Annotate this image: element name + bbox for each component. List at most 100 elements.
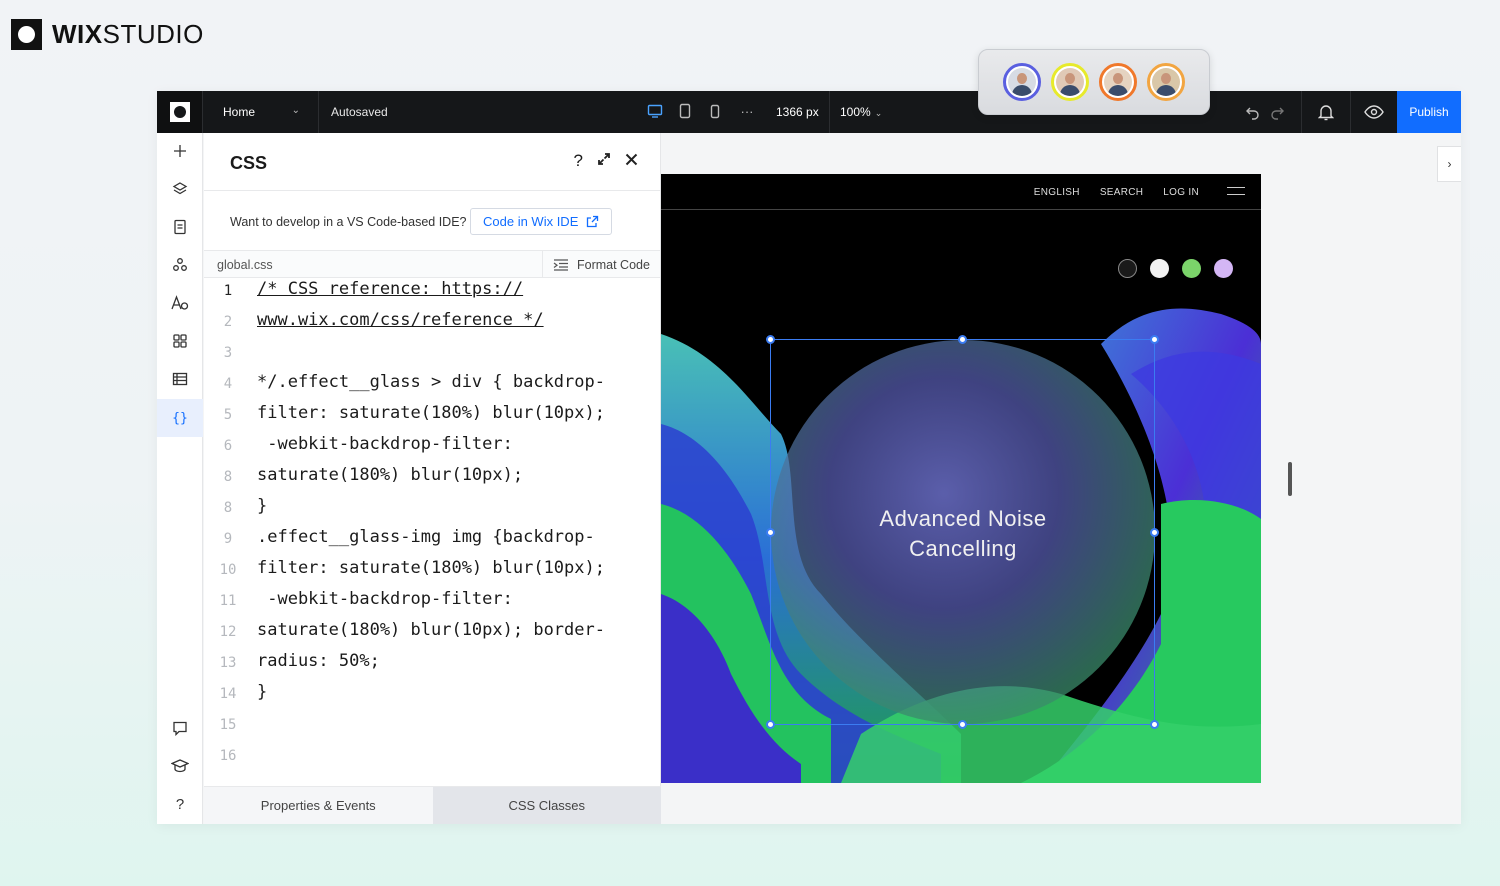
css-code-braces-icon[interactable]: {}: [157, 399, 203, 437]
css-panel: CSS ? Want to develop in a VS Code-based…: [204, 133, 661, 824]
panel-header: CSS ?: [204, 133, 660, 191]
left-toolbar: {} ?: [157, 133, 203, 824]
color-swatch[interactable]: [1214, 259, 1233, 278]
collaborator-avatar[interactable]: [1147, 63, 1185, 101]
code-line[interactable]: 16: [204, 744, 661, 774]
resize-handle[interactable]: [958, 720, 967, 729]
code-text: -webkit-backdrop-filter:: [257, 434, 513, 454]
ide-prompt: Want to develop in a VS Code-based IDE?: [230, 215, 467, 229]
format-icon: [553, 258, 568, 271]
tab-properties-events[interactable]: Properties & Events: [204, 787, 433, 824]
user-avatar-icon: [1152, 68, 1180, 96]
color-swatch[interactable]: [1150, 259, 1169, 278]
code-line[interactable]: 8 saturate(180%) blur(10px);: [204, 465, 661, 495]
format-code-label: Format Code: [577, 257, 650, 272]
collaborator-avatar[interactable]: [1003, 63, 1041, 101]
resize-handle[interactable]: [958, 335, 967, 344]
canvas-width[interactable]: 1366 px: [776, 105, 819, 119]
code-line[interactable]: 12 saturate(180%) blur(10px); border-: [204, 620, 661, 650]
resize-handle[interactable]: [766, 720, 775, 729]
studio-menu-button[interactable]: [157, 91, 203, 133]
more-options-icon[interactable]: ···: [737, 101, 757, 121]
nav-login[interactable]: LOG IN: [1163, 187, 1199, 198]
format-code-button[interactable]: Format Code: [542, 251, 661, 278]
academy-graduation-icon[interactable]: [157, 748, 203, 784]
wix-studio-logo: WIXSTUDIO: [11, 19, 204, 50]
line-number: 4: [223, 376, 233, 392]
resize-handle[interactable]: [766, 528, 775, 537]
cms-table-icon[interactable]: [157, 361, 203, 397]
panel-tabs: Properties & Events CSS Classes: [204, 786, 661, 824]
resize-handle[interactable]: [1150, 720, 1159, 729]
code-line[interactable]: 5 filter: saturate(180%) blur(10px);: [204, 403, 661, 433]
tab-css-classes[interactable]: CSS Classes: [432, 787, 661, 824]
canvas-scrollbar[interactable]: [1288, 462, 1292, 496]
resize-handle[interactable]: [1150, 335, 1159, 344]
publish-button[interactable]: Publish: [1397, 91, 1461, 133]
hamburger-menu-icon[interactable]: [1227, 187, 1245, 201]
help-question-icon[interactable]: ?: [157, 786, 203, 822]
line-number: 10: [219, 562, 237, 578]
panel-title: CSS: [230, 153, 268, 173]
wix-logo-icon: [11, 19, 42, 50]
resize-handle[interactable]: [1150, 528, 1159, 537]
color-swatch[interactable]: [1118, 259, 1137, 278]
code-line[interactable]: 1 /* CSS reference: https://: [204, 279, 661, 309]
code-line[interactable]: 10 filter: saturate(180%) blur(10px);: [204, 558, 661, 588]
collaborator-avatar[interactable]: [1051, 63, 1089, 101]
close-icon[interactable]: [625, 151, 638, 171]
code-line[interactable]: 13 radius: 50%;: [204, 651, 661, 681]
user-avatar-icon: [1008, 68, 1036, 96]
nav-search[interactable]: SEARCH: [1100, 187, 1143, 198]
resize-handle[interactable]: [766, 335, 775, 344]
code-line[interactable]: 8}: [204, 496, 661, 526]
undo-icon[interactable]: [1241, 91, 1265, 133]
page-selector[interactable]: Home ⌄: [203, 91, 319, 133]
code-line[interactable]: 15: [204, 713, 661, 743]
page-name: Home: [223, 105, 256, 119]
site-canvas[interactable]: ENGLISH SEARCH LOG IN Advanced Noise Can…: [661, 174, 1261, 783]
code-text: }: [257, 682, 268, 702]
code-line[interactable]: 9 .effect__glass-img img {backdrop-: [204, 527, 661, 557]
line-number: 8: [223, 500, 233, 516]
selection-box[interactable]: [766, 335, 1159, 729]
apps-grid-icon[interactable]: [157, 323, 203, 359]
chevron-right-icon[interactable]: ›: [1437, 146, 1461, 182]
collaborator-avatar[interactable]: [1099, 63, 1137, 101]
zoom-selector[interactable]: 100% ⌄: [840, 105, 882, 119]
code-text: -webkit-backdrop-filter:: [257, 589, 513, 609]
color-swatch[interactable]: [1182, 259, 1201, 278]
line-number: 13: [219, 655, 237, 671]
collaborators-bar: [978, 49, 1210, 115]
tablet-icon[interactable]: [677, 101, 693, 121]
add-elements-icon[interactable]: [157, 133, 203, 169]
code-line[interactable]: 6 -webkit-backdrop-filter:: [204, 434, 661, 464]
design-typography-icon[interactable]: [157, 285, 203, 321]
topbar-actions: Publish: [1241, 91, 1461, 133]
code-line[interactable]: 4 */.effect__glass > div { backdrop-: [204, 372, 661, 402]
expand-icon[interactable]: [597, 151, 611, 171]
code-in-wix-ide-button[interactable]: Code in Wix IDE: [470, 208, 613, 235]
redo-icon[interactable]: [1265, 91, 1289, 133]
desktop-icon[interactable]: [647, 101, 663, 121]
preview-eye-icon[interactable]: [1351, 91, 1397, 133]
nav-english[interactable]: ENGLISH: [1034, 187, 1080, 198]
mobile-icon[interactable]: [707, 101, 723, 121]
help-icon[interactable]: ?: [574, 151, 583, 171]
code-line[interactable]: 14}: [204, 682, 661, 712]
code-text: }: [257, 496, 268, 516]
code-line[interactable]: 2 www.wix.com/css/reference */: [204, 310, 661, 340]
studio-logo-icon: [169, 102, 190, 122]
line-number: 16: [219, 748, 237, 764]
file-bar: global.css Format Code: [204, 251, 660, 278]
code-line[interactable]: 11 -webkit-backdrop-filter:: [204, 589, 661, 619]
notifications-bell-icon[interactable]: [1301, 91, 1351, 133]
code-text: radius: 50%;: [257, 651, 380, 671]
layers-icon[interactable]: [157, 171, 203, 207]
comments-icon[interactable]: [157, 710, 203, 746]
pages-icon[interactable]: [157, 209, 203, 245]
file-name[interactable]: global.css: [217, 258, 273, 272]
components-icon[interactable]: [157, 247, 203, 283]
line-number: 2: [223, 314, 233, 330]
code-line[interactable]: 3: [204, 341, 661, 371]
